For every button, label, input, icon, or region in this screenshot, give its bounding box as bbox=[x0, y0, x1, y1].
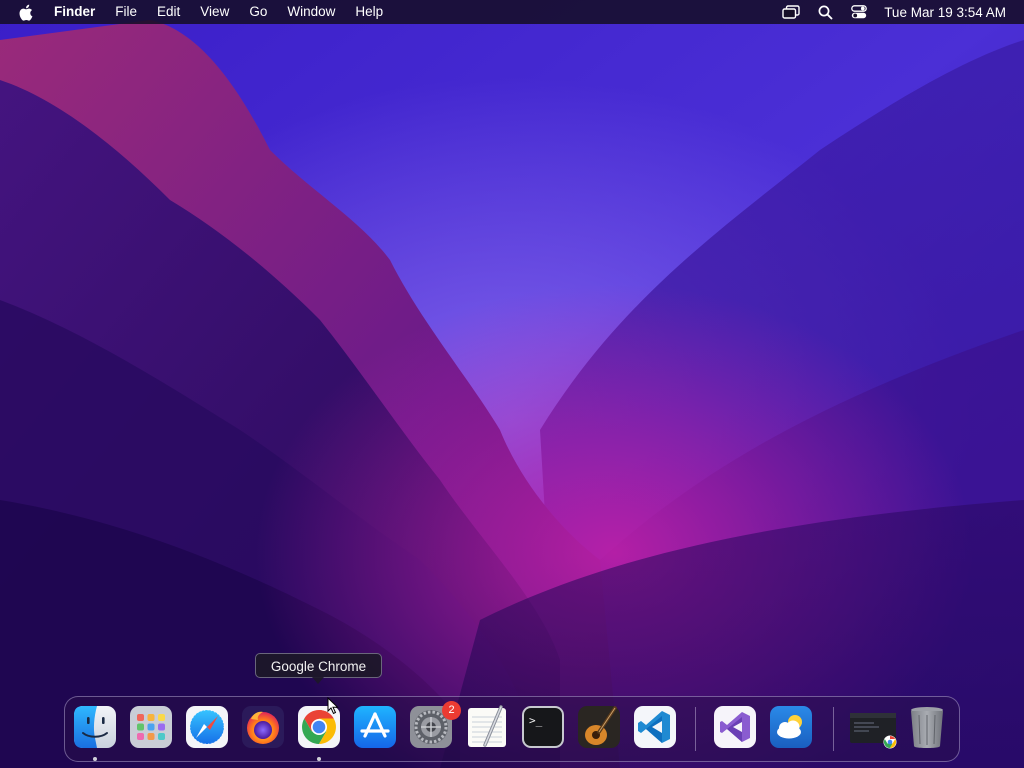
launchpad-icon[interactable] bbox=[129, 705, 173, 749]
screen-mirroring-icon[interactable] bbox=[780, 0, 802, 24]
terminal-icon[interactable]: >_ bbox=[521, 705, 565, 749]
dock-divider bbox=[695, 707, 696, 751]
textedit-icon[interactable] bbox=[465, 705, 509, 749]
system-preferences-icon[interactable]: 2 bbox=[409, 701, 461, 749]
vscode-icon[interactable] bbox=[633, 705, 677, 749]
control-center-icon[interactable] bbox=[848, 0, 870, 24]
finder-running-indicator bbox=[93, 757, 97, 761]
menu-help[interactable]: Help bbox=[345, 0, 393, 24]
menu-edit[interactable]: Edit bbox=[147, 0, 190, 24]
trash-icon[interactable] bbox=[905, 705, 949, 749]
garageband-icon[interactable] bbox=[577, 705, 621, 749]
spotlight-search-icon[interactable] bbox=[814, 0, 836, 24]
dock-tooltip-pointer bbox=[312, 677, 324, 684]
dock-tooltip: Google Chrome bbox=[255, 653, 382, 678]
menu-file[interactable]: File bbox=[105, 0, 147, 24]
mouse-cursor-icon bbox=[327, 697, 339, 715]
menu-window[interactable]: Window bbox=[277, 0, 345, 24]
weather-icon[interactable] bbox=[769, 705, 813, 749]
chrome-running-indicator bbox=[317, 757, 321, 761]
desktop: Finder File Edit View Go Window Help Tue… bbox=[0, 0, 1024, 768]
svg-text:>_: >_ bbox=[529, 714, 543, 727]
menu-bar-clock[interactable]: Tue Mar 19 3:54 AM bbox=[884, 5, 1006, 20]
safari-icon[interactable] bbox=[185, 705, 229, 749]
dock: 2 >_ bbox=[64, 696, 960, 762]
menu-bar: Finder File Edit View Go Window Help Tue… bbox=[0, 0, 1024, 24]
menu-go[interactable]: Go bbox=[239, 0, 277, 24]
minimized-window-icon[interactable] bbox=[849, 705, 897, 749]
visual-studio-icon[interactable] bbox=[713, 705, 757, 749]
finder-icon[interactable] bbox=[73, 705, 117, 749]
firefox-icon[interactable] bbox=[241, 705, 285, 749]
menu-view[interactable]: View bbox=[190, 0, 239, 24]
app-store-icon[interactable] bbox=[353, 705, 397, 749]
wallpaper bbox=[0, 0, 1024, 768]
notification-badge: 2 bbox=[442, 701, 461, 720]
menu-app-name[interactable]: Finder bbox=[54, 0, 105, 24]
apple-logo-icon[interactable] bbox=[18, 0, 36, 24]
dock-divider bbox=[833, 707, 834, 751]
